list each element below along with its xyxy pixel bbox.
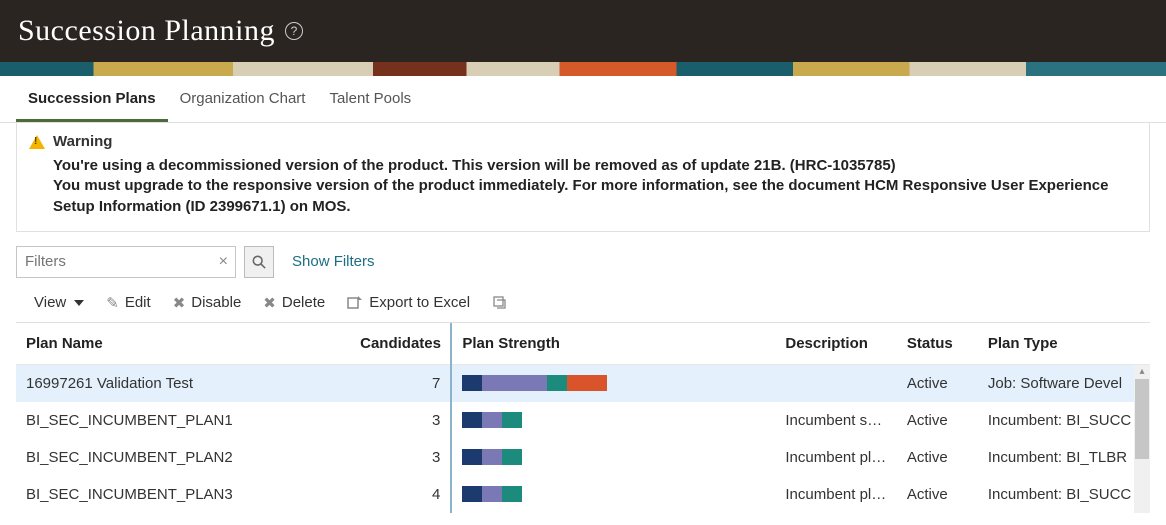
table-row[interactable]: 16997261 Validation Test7 ActiveJob: Soft… xyxy=(16,364,1150,402)
detach-button[interactable] xyxy=(492,295,508,311)
chevron-down-icon xyxy=(74,300,84,306)
cell-description: Incumbent pl… xyxy=(775,439,897,476)
detach-icon xyxy=(492,295,508,311)
col-plan-name[interactable]: Plan Name xyxy=(16,323,350,365)
col-plan-strength[interactable]: Plan Strength xyxy=(451,323,775,365)
plans-table: Plan Name Candidates Plan Strength Descr… xyxy=(16,323,1150,513)
cell-plan-type: Job: Software Devel xyxy=(978,364,1150,402)
export-icon xyxy=(347,295,363,311)
disable-button[interactable]: ✖ Disable xyxy=(173,294,242,312)
table-row[interactable]: BI_SEC_INCUMBENT_PLAN34 Incumbent pl…Acti… xyxy=(16,476,1150,513)
edit-button[interactable]: ✎ Edit xyxy=(106,294,150,312)
page-header: Succession Planning ? xyxy=(0,0,1166,62)
delete-button[interactable]: ✖ Delete xyxy=(263,294,325,312)
decorative-strip xyxy=(0,62,1166,76)
search-button[interactable] xyxy=(244,246,274,278)
table-row[interactable]: BI_SEC_INCUMBENT_PLAN23 Incumbent pl…Acti… xyxy=(16,439,1150,476)
export-label: Export to Excel xyxy=(369,294,470,311)
cell-plan-strength xyxy=(451,402,775,439)
cell-candidates: 3 xyxy=(350,402,451,439)
vertical-scrollbar[interactable]: ▴ xyxy=(1134,365,1150,513)
toolbar: View ✎ Edit ✖ Disable ✖ Delete Export to… xyxy=(16,286,1150,323)
scroll-up-icon[interactable]: ▴ xyxy=(1134,365,1150,379)
col-candidates[interactable]: Candidates xyxy=(350,323,451,365)
cell-status: Active xyxy=(897,476,978,513)
cell-status: Active xyxy=(897,364,978,402)
cell-candidates: 4 xyxy=(350,476,451,513)
tab-bar: Succession PlansOrganization ChartTalent… xyxy=(0,76,1166,123)
search-icon xyxy=(252,255,266,269)
cell-description xyxy=(775,364,897,402)
cell-plan-strength xyxy=(451,439,775,476)
scrollbar-thumb[interactable] xyxy=(1135,379,1149,459)
help-icon[interactable]: ? xyxy=(285,22,303,40)
view-menu[interactable]: View xyxy=(34,294,84,311)
col-description[interactable]: Description xyxy=(775,323,897,365)
plans-table-wrap: Plan Name Candidates Plan Strength Descr… xyxy=(16,323,1150,513)
warning-icon xyxy=(29,135,45,149)
cell-candidates: 7 xyxy=(350,364,451,402)
tab-talent-pools[interactable]: Talent Pools xyxy=(317,76,423,122)
page-title: Succession Planning xyxy=(18,14,275,48)
x-icon: ✖ xyxy=(173,294,186,312)
cell-candidates: 3 xyxy=(350,439,451,476)
cell-plan-name: BI_SEC_INCUMBENT_PLAN1 xyxy=(16,402,350,439)
tab-succession-plans[interactable]: Succession Plans xyxy=(16,76,168,122)
edit-label: Edit xyxy=(125,294,151,311)
filter-row: × Show Filters xyxy=(16,232,1150,286)
col-plan-type[interactable]: Plan Type xyxy=(978,323,1150,365)
cell-description: Incumbent s… xyxy=(775,402,897,439)
x-icon: ✖ xyxy=(263,294,276,312)
table-header-row: Plan Name Candidates Plan Strength Descr… xyxy=(16,323,1150,365)
cell-plan-name: BI_SEC_INCUMBENT_PLAN3 xyxy=(16,476,350,513)
filter-input[interactable] xyxy=(16,246,236,278)
delete-label: Delete xyxy=(282,294,325,311)
pencil-icon: ✎ xyxy=(106,294,119,312)
cell-status: Active xyxy=(897,402,978,439)
col-status[interactable]: Status xyxy=(897,323,978,365)
cell-plan-strength xyxy=(451,364,775,402)
export-button[interactable]: Export to Excel xyxy=(347,294,470,311)
clear-filter-icon[interactable]: × xyxy=(219,253,228,271)
show-filters-link[interactable]: Show Filters xyxy=(292,253,375,270)
disable-label: Disable xyxy=(191,294,241,311)
cell-description: Incumbent pl… xyxy=(775,476,897,513)
table-row[interactable]: BI_SEC_INCUMBENT_PLAN13 Incumbent s…Activ… xyxy=(16,402,1150,439)
cell-plan-type: Incumbent: BI_TLBR xyxy=(978,439,1150,476)
warning-heading: Warning xyxy=(53,133,112,150)
warning-panel: Warning You're using a decommissioned ve… xyxy=(16,123,1150,232)
cell-plan-type: Incumbent: BI_SUCC xyxy=(978,476,1150,513)
cell-plan-type: Incumbent: BI_SUCC xyxy=(978,402,1150,439)
cell-plan-name: BI_SEC_INCUMBENT_PLAN2 xyxy=(16,439,350,476)
warning-body: You're using a decommissioned version of… xyxy=(53,156,1137,217)
tab-organization-chart[interactable]: Organization Chart xyxy=(168,76,318,122)
cell-plan-name: 16997261 Validation Test xyxy=(16,364,350,402)
view-label: View xyxy=(34,294,66,311)
cell-plan-strength xyxy=(451,476,775,513)
cell-status: Active xyxy=(897,439,978,476)
